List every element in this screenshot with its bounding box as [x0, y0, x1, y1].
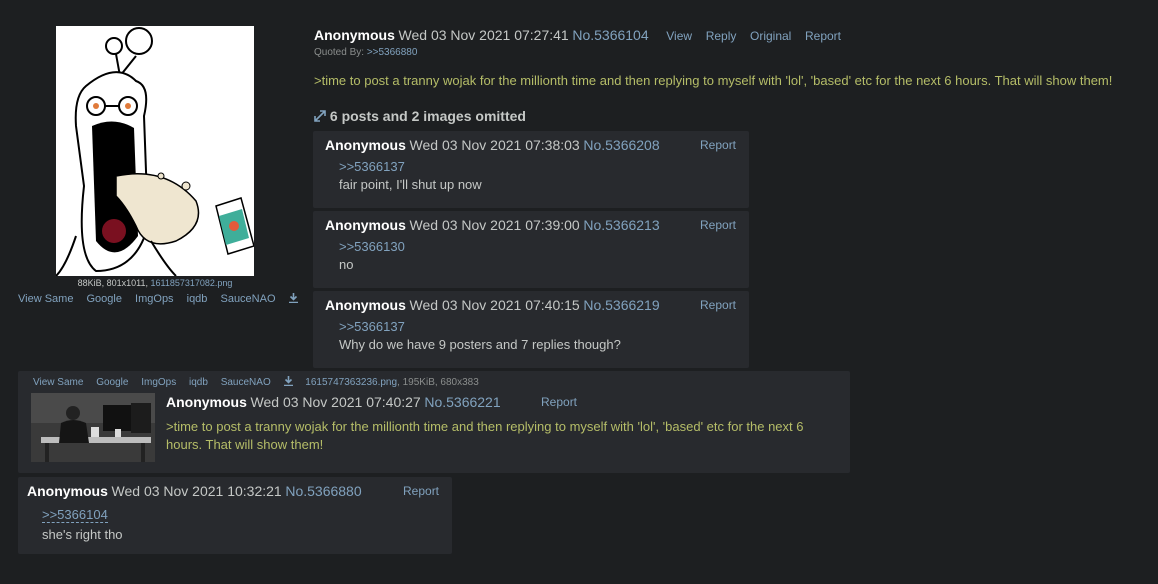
original-link[interactable]: Original — [750, 29, 791, 43]
quote-link[interactable]: >>5366137 — [339, 319, 405, 334]
post-date: Wed 03 Nov 2021 07:40:15 — [409, 297, 580, 313]
image-tools: View Same Google ImgOps iqdb SauceNAO 16… — [33, 376, 489, 388]
poster-name: Anonymous — [27, 483, 108, 499]
report-link[interactable]: Report — [700, 298, 736, 312]
quote-link[interactable]: >>5366130 — [339, 239, 405, 254]
imgops-link[interactable]: ImgOps — [135, 293, 174, 305]
poster-name: Anonymous — [325, 217, 406, 233]
post-number[interactable]: No.5366208 — [583, 137, 659, 153]
reply-post: Anonymous Wed 03 Nov 2021 07:39:00 No.53… — [313, 211, 749, 288]
quote-link[interactable]: >>5366104 — [42, 507, 108, 523]
omitted-posts[interactable]: 6 posts and 2 images omitted — [314, 108, 526, 124]
op-file-info: 88KiB, 801x1011, 1611857317082.png — [0, 278, 310, 288]
poster-name: Anonymous — [325, 297, 406, 313]
quoted-by-link[interactable]: >>5366880 — [367, 47, 418, 58]
reply-link[interactable]: Reply — [706, 29, 737, 43]
post-message: Why do we have 9 posters and 7 replies t… — [339, 337, 621, 352]
reply-post: Anonymous Wed 03 Nov 2021 07:38:03 No.53… — [313, 131, 749, 208]
report-link[interactable]: Report — [700, 138, 736, 152]
reply-post: Anonymous Wed 03 Nov 2021 07:40:15 No.53… — [313, 291, 749, 368]
op-thumbnail[interactable] — [55, 26, 255, 277]
google-link[interactable]: Google — [87, 293, 122, 305]
post-date: Wed 03 Nov 2021 07:27:41 — [398, 27, 569, 43]
iqdb-link[interactable]: iqdb — [189, 377, 208, 388]
view-same-link[interactable]: View Same — [18, 293, 73, 305]
post-message: fair point, I'll shut up now — [339, 177, 482, 192]
google-link[interactable]: Google — [96, 377, 128, 388]
view-link[interactable]: View — [666, 29, 692, 43]
post-number[interactable]: No.5366880 — [285, 483, 361, 499]
download-icon[interactable] — [283, 376, 293, 388]
reply-post: View Same Google ImgOps iqdb SauceNAO 16… — [18, 371, 850, 473]
post-date: Wed 03 Nov 2021 10:32:21 — [111, 483, 282, 499]
reply-thumbnail[interactable] — [31, 393, 155, 462]
saucenao-link[interactable]: SauceNAO — [220, 293, 275, 305]
thread-page: { "op": { "file_info_prefix": "88KiB, 80… — [0, 0, 1158, 584]
expand-icon[interactable] — [314, 108, 326, 124]
post-date: Wed 03 Nov 2021 07:38:03 — [409, 137, 580, 153]
op-image-tools: View Same Google ImgOps iqdb SauceNAO — [18, 293, 308, 305]
poster-name: Anonymous — [166, 394, 247, 410]
poster-name: Anonymous — [314, 27, 395, 43]
omitted-text: 6 posts and 2 images omitted — [329, 108, 526, 124]
iqdb-link[interactable]: iqdb — [187, 293, 208, 305]
post-message: she's right tho — [42, 527, 123, 542]
op-body: >time to post a tranny wojak for the mil… — [314, 73, 1113, 88]
post-message: >time to post a tranny wojak for the mil… — [166, 419, 804, 452]
file-name-link[interactable]: 1615747363236.png — [305, 377, 397, 388]
report-link[interactable]: Report — [700, 218, 736, 232]
post-date: Wed 03 Nov 2021 07:39:00 — [409, 217, 580, 233]
reply-post: Anonymous Wed 03 Nov 2021 10:32:21 No.53… — [18, 477, 452, 554]
report-link[interactable]: Report — [541, 395, 577, 409]
post-message: no — [339, 257, 354, 272]
download-icon[interactable] — [288, 293, 298, 305]
poster-name: Anonymous — [325, 137, 406, 153]
saucenao-link[interactable]: SauceNAO — [221, 377, 271, 388]
post-number[interactable]: No.5366221 — [424, 394, 500, 410]
quoted-by-label: Quoted By: — [314, 47, 365, 58]
post-date: Wed 03 Nov 2021 07:40:27 — [250, 394, 421, 410]
post-number[interactable]: No.5366213 — [583, 217, 659, 233]
op-header: Anonymous Wed 03 Nov 2021 07:27:41 No.53… — [314, 27, 841, 43]
view-same-link[interactable]: View Same — [33, 377, 83, 388]
post-number[interactable]: No.5366104 — [572, 27, 648, 43]
quote-link[interactable]: >>5366137 — [339, 159, 405, 174]
imgops-link[interactable]: ImgOps — [141, 377, 176, 388]
op-file-name-link[interactable]: 1611857317082.png — [150, 278, 232, 288]
report-link[interactable]: Report — [805, 29, 841, 43]
quoted-by: Quoted By: >>5366880 — [314, 47, 417, 58]
file-info: , 195KiB, 680x383 — [397, 377, 479, 388]
post-number[interactable]: No.5366219 — [583, 297, 659, 313]
report-link[interactable]: Report — [403, 484, 439, 498]
op-file-info-text: 88KiB, 801x1011, — [77, 278, 151, 288]
